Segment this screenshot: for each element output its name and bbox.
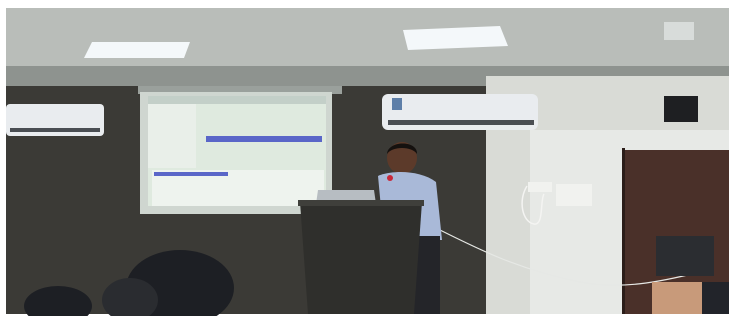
monitor-right xyxy=(656,236,714,276)
microphone xyxy=(387,175,393,181)
ac-display-right xyxy=(392,98,402,110)
ac-vent-left xyxy=(10,128,100,132)
ceiling-light-right xyxy=(403,26,508,50)
podium-top xyxy=(298,200,424,206)
projected-highlight-line xyxy=(206,136,322,142)
door-frame xyxy=(622,148,625,314)
podium xyxy=(300,202,422,314)
socket-board xyxy=(556,184,592,206)
chair-right xyxy=(702,282,729,314)
projected-toolbar xyxy=(148,96,326,104)
photo-frame xyxy=(0,0,731,316)
switch-board xyxy=(528,182,552,192)
projected-console-tab xyxy=(154,172,228,176)
ceiling-light-left xyxy=(84,42,190,58)
lecture-hall-photo xyxy=(6,8,729,316)
projected-sidebar xyxy=(148,104,196,168)
wall-speaker xyxy=(664,96,698,122)
ceiling-fixture xyxy=(664,22,694,40)
ac-vent-right xyxy=(388,120,534,125)
